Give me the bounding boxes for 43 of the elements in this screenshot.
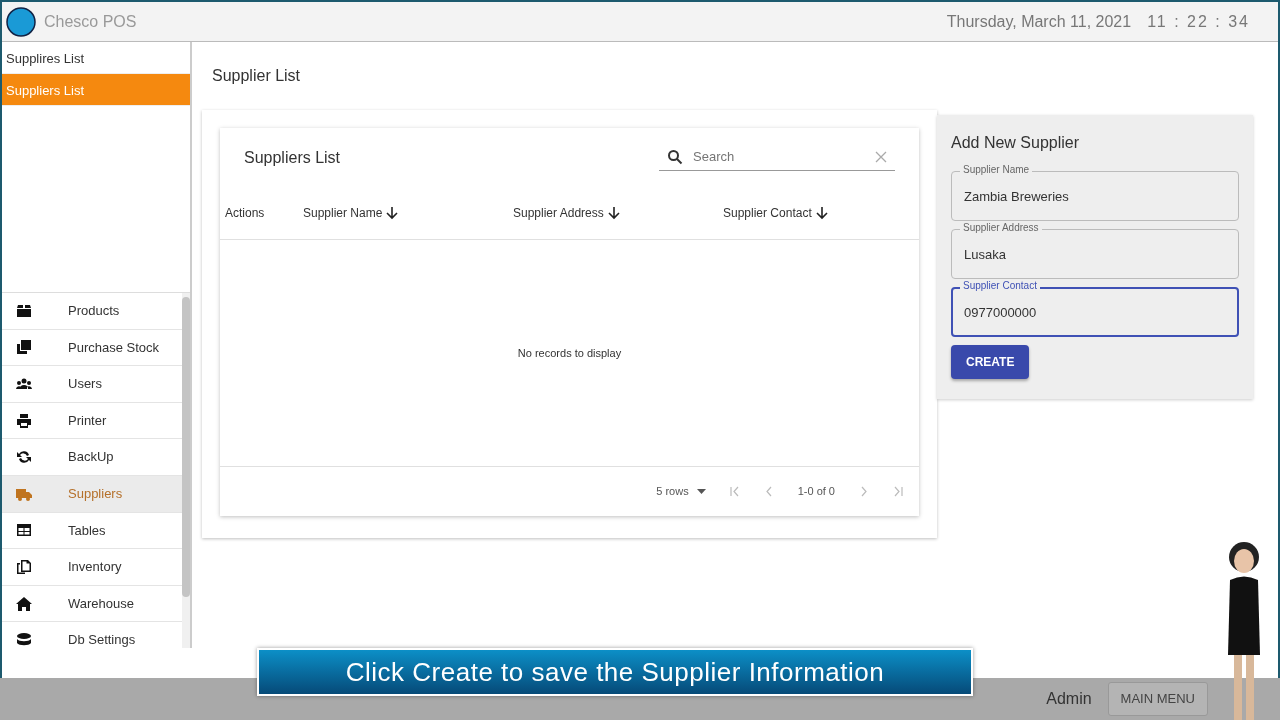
sort-icon[interactable] [386,206,399,221]
close-icon[interactable] [875,151,887,164]
files-icon [16,558,32,575]
form-title: Add New Supplier [951,133,1081,153]
field-label: Supplier Contact [960,280,1040,292]
table-title: Suppliers List [244,147,341,168]
sort-icon[interactable] [607,206,620,221]
first-page-icon[interactable] [729,485,740,497]
app-name: Chesco POS [44,11,137,32]
home-icon [16,595,32,612]
copies-icon [16,339,32,356]
column-header[interactable]: Supplier Contact [723,204,812,223]
main-menu-button[interactable]: MAIN MENU [1107,682,1208,716]
field-label: Supplier Address [960,222,1042,234]
sync-icon [16,449,32,466]
search-icon [667,149,683,166]
column-header[interactable]: Supplier Name [303,204,383,223]
sidebar-item[interactable]: Products [2,293,182,330]
database-icon [16,632,32,648]
rows-select[interactable]: 5 rows [656,483,706,500]
last-page-icon[interactable] [893,485,903,497]
field-label: Supplier Name [960,164,1033,176]
printer-icon [16,412,32,429]
time-text: 11 : 22 : 34 [1147,11,1250,32]
scrollbar-thumb[interactable] [182,297,190,597]
caret-icon [696,488,706,494]
create-button[interactable]: CREATE [951,345,1030,379]
next-page-icon[interactable] [859,485,869,497]
page-range: 1-0 of 0 [797,484,835,500]
page-title: Supplier List [212,67,301,84]
search-field[interactable]: Search [691,146,861,168]
date-text: Thursday, March 11, 2021 [946,11,1132,32]
table-icon [16,522,32,539]
tutorial-callout: Click Create to save the Supplier Information [257,648,973,696]
sort-icon[interactable] [815,206,828,221]
column-header[interactable]: Supplier Address [513,204,604,223]
previous-page-icon[interactable] [763,485,774,497]
box-icon [16,302,32,319]
column-header[interactable]: Actions [225,204,265,223]
user-name: Admin [1046,689,1092,709]
users-icon [16,376,32,392]
empty-message: No records to display [517,345,622,361]
logo-icon [6,6,36,37]
